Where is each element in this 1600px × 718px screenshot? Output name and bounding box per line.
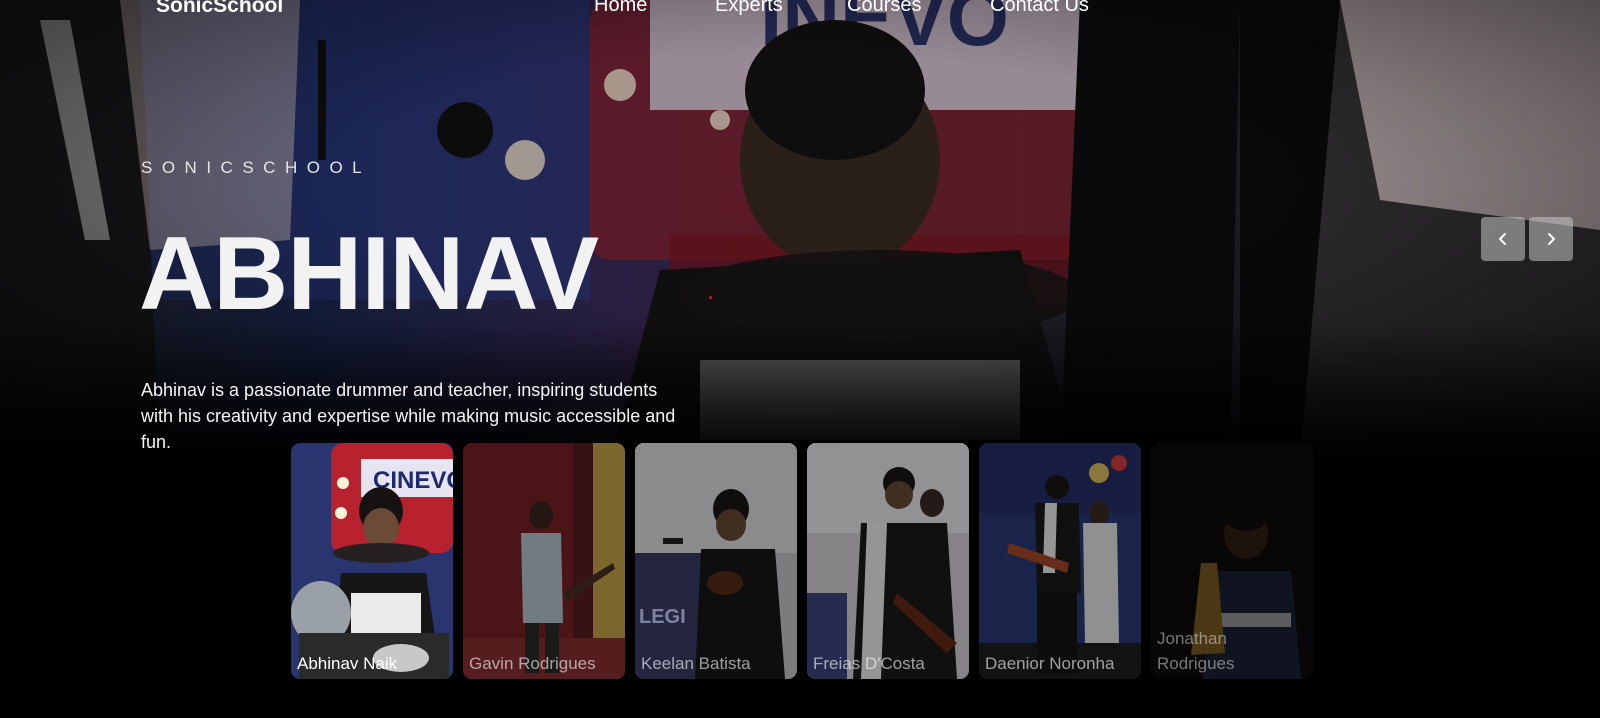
hero-title: ABHINAV [139,216,599,332]
hero-eyebrow: SONICSCHOOL [141,158,372,177]
expert-card[interactable]: Daenior Noronha [979,443,1141,679]
expert-photo [807,443,969,679]
expert-photo: CINEVO [291,443,453,679]
expert-card[interactable]: LEGI Keelan Batista [635,443,797,679]
hero-section: INEVO SonicSchool Home [0,0,1600,718]
expert-photo [979,443,1141,679]
expert-card-name: Freias D'Costa [813,654,925,673]
expert-photo [463,443,625,679]
expert-card-name: Daenior Noronha [985,654,1115,673]
expert-card[interactable]: Jonathan Rodrigues [1151,443,1313,679]
nav-item-home[interactable]: Home [594,0,647,17]
expert-card-name: Abhinav Naik [297,654,398,673]
chevron-left-icon [1499,233,1506,245]
chevron-right-icon [1548,233,1555,245]
expert-card-name: Gavin Rodrigues [469,654,596,673]
carousel-prev-button[interactable] [1481,217,1525,261]
carousel-next-button[interactable] [1529,217,1573,261]
site-logo[interactable]: SonicSchool [156,0,283,18]
expert-card-name: Jonathan Rodrigues [1157,629,1235,673]
nav-item-courses[interactable]: Courses [847,0,921,17]
expert-card[interactable]: CINEVO Abhinav Naik [291,443,453,679]
expert-card-name: Keelan Batista [641,654,751,673]
expert-card[interactable]: Gavin Rodrigues [463,443,625,679]
decorative-dot [709,296,712,299]
nav-item-contact-us[interactable]: Contact Us [990,0,1089,17]
expert-photo: LEGI [635,443,797,679]
nav-item-experts[interactable]: Experts [715,0,783,17]
svg-text:LEGI: LEGI [639,606,686,628]
expert-card[interactable]: Freias D'Costa [807,443,969,679]
